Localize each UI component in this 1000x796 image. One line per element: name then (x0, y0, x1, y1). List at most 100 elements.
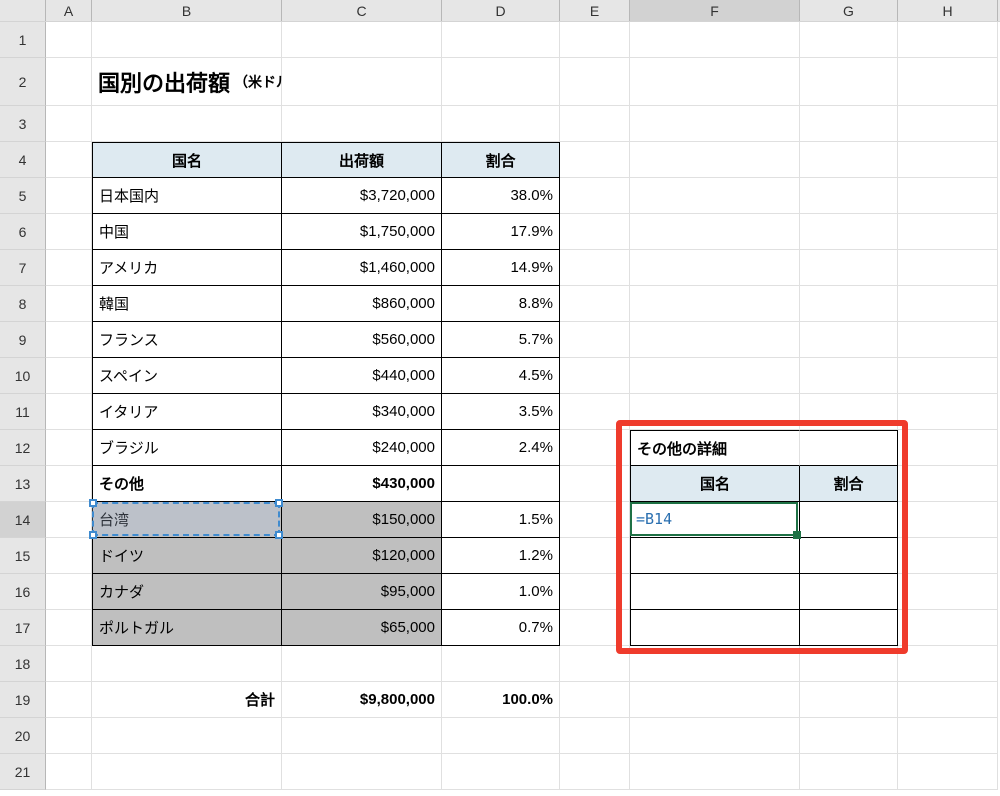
cell-D4[interactable]: 割合 (442, 142, 560, 178)
row-header-21[interactable]: 21 (0, 754, 46, 790)
cell-E19[interactable] (560, 682, 630, 718)
cell-H11[interactable] (898, 394, 998, 430)
cell-H6[interactable] (898, 214, 998, 250)
cell-G9[interactable] (800, 322, 898, 358)
active-edit-cell[interactable]: =B14 (630, 502, 798, 536)
cell-C11[interactable]: $340,000 (282, 394, 442, 430)
row-header-16[interactable]: 16 (0, 574, 46, 610)
cell-E8[interactable] (560, 286, 630, 322)
cell-E13[interactable] (560, 466, 630, 502)
cell-C10[interactable]: $440,000 (282, 358, 442, 394)
col-header-d[interactable]: D (442, 0, 560, 21)
cell-F1[interactable] (630, 22, 800, 58)
cell-B17[interactable]: ポルトガル (92, 610, 282, 646)
cell-F3[interactable] (630, 106, 800, 142)
cell-F13[interactable]: 国名 (630, 466, 800, 502)
row-header-7[interactable]: 7 (0, 250, 46, 286)
cell-C14[interactable]: $150,000 (282, 502, 442, 538)
cell-G4[interactable] (800, 142, 898, 178)
cell-F11[interactable] (630, 394, 800, 430)
cell-A1[interactable] (46, 22, 92, 58)
cell-G1[interactable] (800, 22, 898, 58)
row-header-9[interactable]: 9 (0, 322, 46, 358)
cell-E11[interactable] (560, 394, 630, 430)
cell-C18[interactable] (282, 646, 442, 682)
cell-F21[interactable] (630, 754, 800, 790)
col-header-e[interactable]: E (560, 0, 630, 21)
col-header-h[interactable]: H (898, 0, 998, 21)
cell-A8[interactable] (46, 286, 92, 322)
cell-H1[interactable] (898, 22, 998, 58)
cell-A16[interactable] (46, 574, 92, 610)
cell-G21[interactable] (800, 754, 898, 790)
cell-D20[interactable] (442, 718, 560, 754)
cell-B12[interactable]: ブラジル (92, 430, 282, 466)
cell-E9[interactable] (560, 322, 630, 358)
cell-E18[interactable] (560, 646, 630, 682)
cell-E3[interactable] (560, 106, 630, 142)
cell-B8[interactable]: 韓国 (92, 286, 282, 322)
cell-A11[interactable] (46, 394, 92, 430)
cell-F20[interactable] (630, 718, 800, 754)
cell-B15[interactable]: ドイツ (92, 538, 282, 574)
cell-A18[interactable] (46, 646, 92, 682)
cell-B3[interactable] (92, 106, 282, 142)
cell-D21[interactable] (442, 754, 560, 790)
cell-F5[interactable] (630, 178, 800, 214)
cell-A7[interactable] (46, 250, 92, 286)
cell-A5[interactable] (46, 178, 92, 214)
cell-G18[interactable] (800, 646, 898, 682)
cell-E20[interactable] (560, 718, 630, 754)
row-header-14[interactable]: 14 (0, 502, 46, 538)
cell-G7[interactable] (800, 250, 898, 286)
cell-F12[interactable]: その他の詳細 (630, 430, 800, 466)
row-header-6[interactable]: 6 (0, 214, 46, 250)
cell-C4[interactable]: 出荷額 (282, 142, 442, 178)
cell-E21[interactable] (560, 754, 630, 790)
cell-G16[interactable] (800, 574, 898, 610)
cell-B21[interactable] (92, 754, 282, 790)
row-header-2[interactable]: 2 (0, 58, 46, 106)
cell-E1[interactable] (560, 22, 630, 58)
cell-C8[interactable]: $860,000 (282, 286, 442, 322)
cell-H9[interactable] (898, 322, 998, 358)
cell-A4[interactable] (46, 142, 92, 178)
cell-B7[interactable]: アメリカ (92, 250, 282, 286)
cell-F19[interactable] (630, 682, 800, 718)
cell-B20[interactable] (92, 718, 282, 754)
row-header-13[interactable]: 13 (0, 466, 46, 502)
cell-G13[interactable]: 割合 (800, 466, 898, 502)
cell-C15[interactable]: $120,000 (282, 538, 442, 574)
cell-G14[interactable] (800, 502, 898, 538)
col-header-a[interactable]: A (46, 0, 92, 21)
cell-G10[interactable] (800, 358, 898, 394)
row-header-11[interactable]: 11 (0, 394, 46, 430)
row-header-15[interactable]: 15 (0, 538, 46, 574)
cell-F6[interactable] (630, 214, 800, 250)
cell-A19[interactable] (46, 682, 92, 718)
row-header-5[interactable]: 5 (0, 178, 46, 214)
cell-H21[interactable] (898, 754, 998, 790)
cell-G12[interactable] (800, 430, 898, 466)
cell-B2[interactable]: 国別の出荷額（米ドル換算） (92, 58, 282, 106)
row-header-20[interactable]: 20 (0, 718, 46, 754)
cell-H13[interactable] (898, 466, 998, 502)
cell-E6[interactable] (560, 214, 630, 250)
cell-D6[interactable]: 17.9% (442, 214, 560, 250)
cell-C21[interactable] (282, 754, 442, 790)
cell-D15[interactable]: 1.2% (442, 538, 560, 574)
cell-D8[interactable]: 8.8% (442, 286, 560, 322)
cell-C13[interactable]: $430,000 (282, 466, 442, 502)
cell-C9[interactable]: $560,000 (282, 322, 442, 358)
cell-B19[interactable]: 合計 (92, 682, 282, 718)
cell-D18[interactable] (442, 646, 560, 682)
cell-A20[interactable] (46, 718, 92, 754)
cell-H12[interactable] (898, 430, 998, 466)
cell-A10[interactable] (46, 358, 92, 394)
cell-E15[interactable] (560, 538, 630, 574)
cell-C12[interactable]: $240,000 (282, 430, 442, 466)
cell-G6[interactable] (800, 214, 898, 250)
cell-G11[interactable] (800, 394, 898, 430)
cell-E12[interactable] (560, 430, 630, 466)
cell-B13[interactable]: その他 (92, 466, 282, 502)
